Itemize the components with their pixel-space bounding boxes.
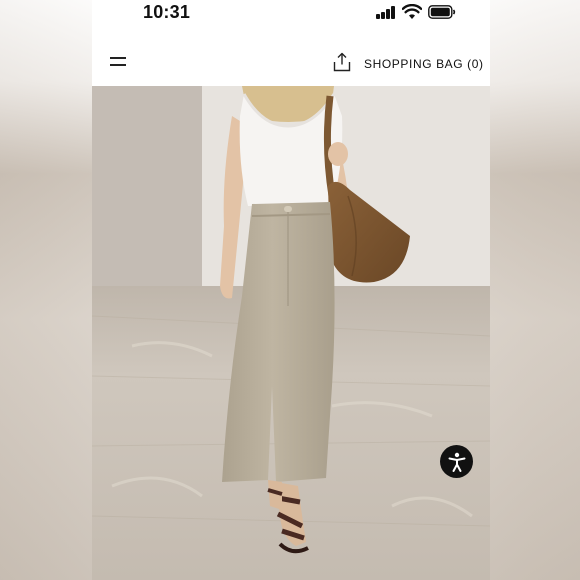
accessibility-button[interactable] (440, 445, 473, 478)
menu-icon[interactable] (110, 54, 126, 68)
shopping-bag-button[interactable]: SHOPPING BAG (0) (364, 57, 484, 71)
product-image[interactable] (92, 86, 490, 580)
backdrop-left (0, 0, 92, 580)
signal-icon (376, 6, 396, 19)
app-header: SHOPPING BAG (0) (92, 40, 490, 86)
battery-icon (428, 5, 456, 19)
share-icon[interactable] (333, 52, 351, 72)
wifi-icon (402, 4, 422, 19)
backdrop-right (488, 0, 580, 580)
phone-screen: 10:31 SHOPPING BAG (0) (92, 0, 490, 580)
product-photo (92, 86, 490, 580)
accessibility-icon (448, 452, 465, 472)
status-bar: 10:31 (92, 0, 490, 26)
status-time: 10:31 (143, 2, 191, 22)
